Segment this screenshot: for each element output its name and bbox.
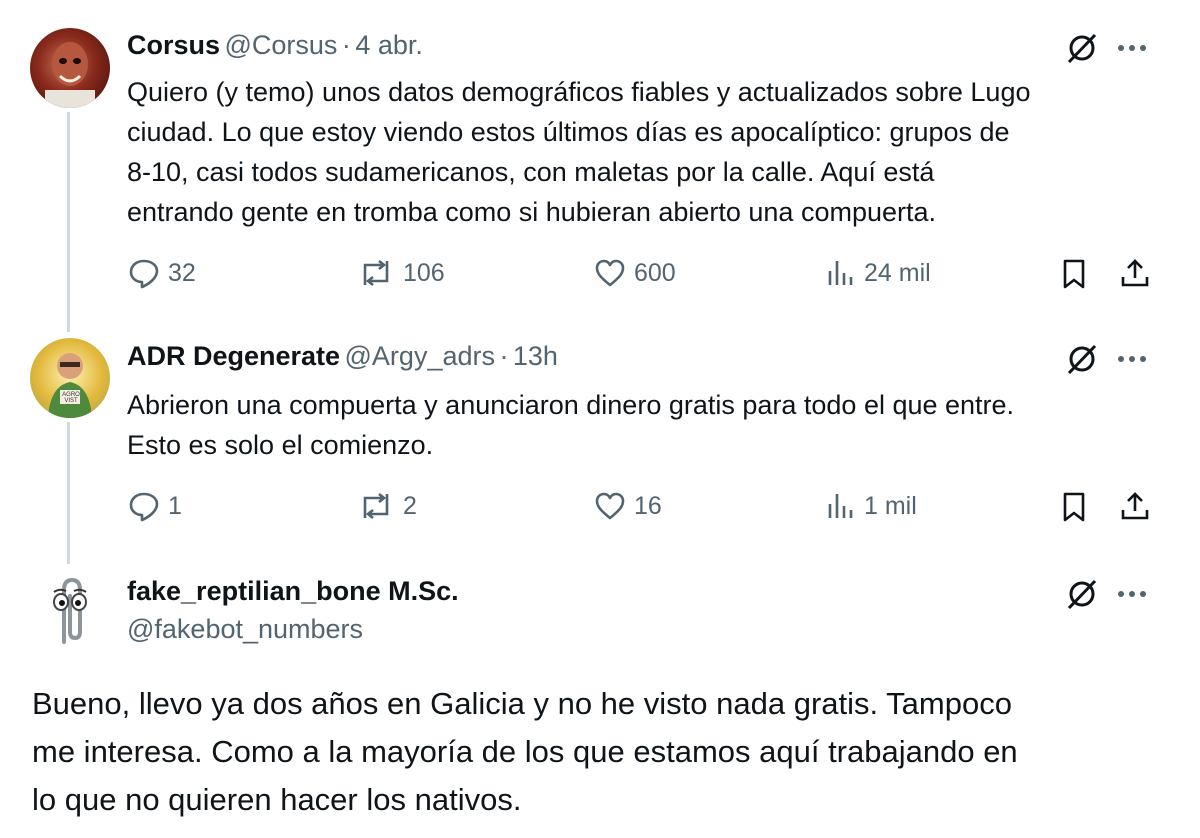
views-count: 1 mil xyxy=(864,491,917,520)
tweet-text: Quiero (y temo) unos datos demográficos … xyxy=(127,72,1167,232)
views-button[interactable]: 24 mil xyxy=(826,257,931,289)
avatar[interactable] xyxy=(30,28,110,108)
views-button[interactable]: 1 mil xyxy=(826,490,917,522)
grok-icon[interactable] xyxy=(1064,341,1100,377)
like-icon xyxy=(595,259,625,287)
avatar[interactable]: AGRO VIST xyxy=(30,338,110,418)
like-count: 16 xyxy=(634,491,662,520)
more-icon[interactable] xyxy=(1114,347,1150,371)
reply-icon xyxy=(129,492,159,522)
like-count: 600 xyxy=(634,258,676,287)
tweet-line: Esto es solo el comienzo. xyxy=(127,430,434,460)
author-handle[interactable]: @fakebot_numbers xyxy=(127,614,363,645)
thread-line xyxy=(67,422,70,564)
author-name[interactable]: ADR Degenerate xyxy=(127,341,340,371)
views-icon xyxy=(828,261,853,285)
paperclip-avatar-icon xyxy=(53,577,87,644)
repost-button[interactable]: 106 xyxy=(357,257,445,289)
tweet-text: Abrieron una compuerta y anunciaron dine… xyxy=(127,385,1167,465)
reply-icon xyxy=(129,259,159,289)
repost-icon xyxy=(363,492,389,520)
tweet-line: 8-10, casi todos sudamericanos, con male… xyxy=(127,157,935,187)
bookmark-icon[interactable] xyxy=(1058,490,1090,524)
avatar-face-icon xyxy=(45,42,95,108)
repost-icon xyxy=(363,259,389,287)
reply-button[interactable]: 32 xyxy=(128,257,196,289)
more-icon[interactable] xyxy=(1114,36,1150,60)
avatar-badge: AGRO VIST xyxy=(62,392,80,404)
avatar-saint-icon xyxy=(48,353,92,418)
grok-icon[interactable] xyxy=(1064,30,1100,66)
share-icon[interactable] xyxy=(1118,256,1152,290)
repost-count: 2 xyxy=(403,491,417,520)
grok-icon[interactable] xyxy=(1064,576,1100,612)
share-icon[interactable] xyxy=(1118,489,1152,523)
tweet-line: Abrieron una compuerta y anunciaron dine… xyxy=(127,390,1015,420)
avatar[interactable] xyxy=(30,572,110,652)
author-name[interactable]: Corsus xyxy=(127,30,220,60)
bookmark-icon[interactable] xyxy=(1058,257,1090,291)
like-button[interactable]: 600 xyxy=(594,257,676,289)
like-button[interactable]: 16 xyxy=(594,490,662,522)
tweet-line: me interesa. Como a la mayoría de los qu… xyxy=(32,734,1018,769)
separator-dot: · xyxy=(341,30,351,60)
tweet-line: Bueno, llevo ya dos años en Galicia y no… xyxy=(32,686,1012,721)
repost-count: 106 xyxy=(403,258,445,287)
tweet-text: Bueno, llevo ya dos años en Galicia y no… xyxy=(32,680,1172,824)
author-handle[interactable]: @Corsus xyxy=(224,30,337,60)
timestamp[interactable]: 4 abr. xyxy=(355,30,423,60)
repost-button[interactable]: 2 xyxy=(357,490,417,522)
tweet-line: ciudad. Lo que estoy viendo estos último… xyxy=(127,117,1010,147)
reply-button[interactable]: 1 xyxy=(128,490,182,522)
author-handle[interactable]: @Argy_adrs xyxy=(345,341,495,371)
separator-dot: · xyxy=(499,341,509,371)
reply-count: 32 xyxy=(168,258,196,287)
thread-line xyxy=(67,112,70,332)
author-name[interactable]: fake_reptilian_bone M.Sc. xyxy=(127,576,459,607)
timestamp[interactable]: 13h xyxy=(513,341,558,371)
more-icon[interactable] xyxy=(1114,582,1150,606)
like-icon xyxy=(595,492,625,520)
views-count: 24 mil xyxy=(864,258,931,287)
views-icon xyxy=(828,494,853,518)
tweet-line: Quiero (y temo) unos datos demográficos … xyxy=(127,77,1031,107)
reply-count: 1 xyxy=(168,491,182,520)
tweet-line: lo que no quieren hacer los nativos. xyxy=(32,782,522,817)
tweet-line: entrando gente en tromba como si hubiera… xyxy=(127,197,937,227)
